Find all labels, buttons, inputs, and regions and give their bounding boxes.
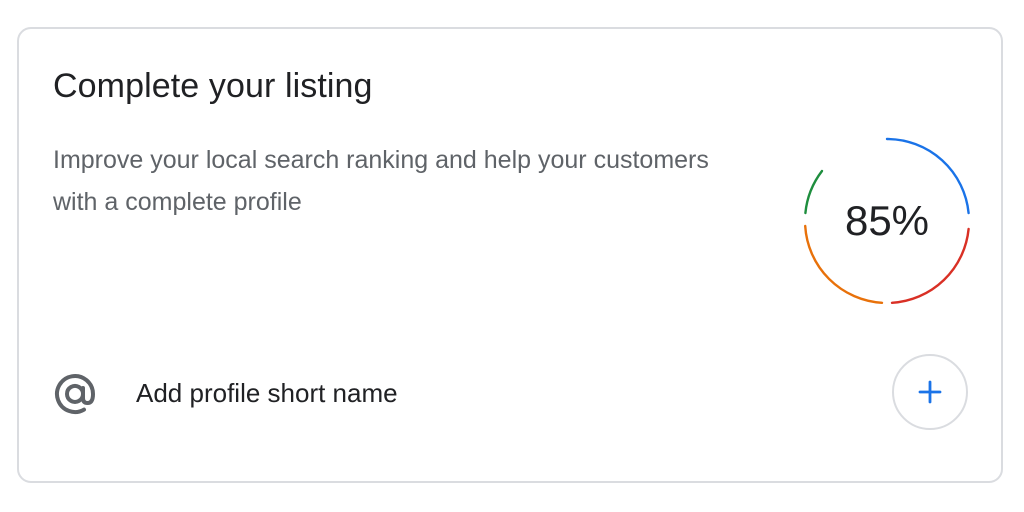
task-row-short-name: Add profile short name: [19, 354, 1001, 434]
add-short-name-button[interactable]: [892, 354, 968, 430]
card-description: Improve your local search ranking and he…: [53, 146, 709, 216]
complete-listing-card: Complete your listing Improve your local…: [17, 27, 1003, 483]
at-sign-icon: [53, 372, 97, 416]
card-title: Complete your listing: [53, 67, 373, 105]
completion-progress-ring: 85%: [800, 134, 974, 308]
completion-percent: 85%: [844, 197, 930, 244]
task-label: Add profile short name: [136, 378, 398, 408]
plus-icon: [918, 380, 942, 404]
